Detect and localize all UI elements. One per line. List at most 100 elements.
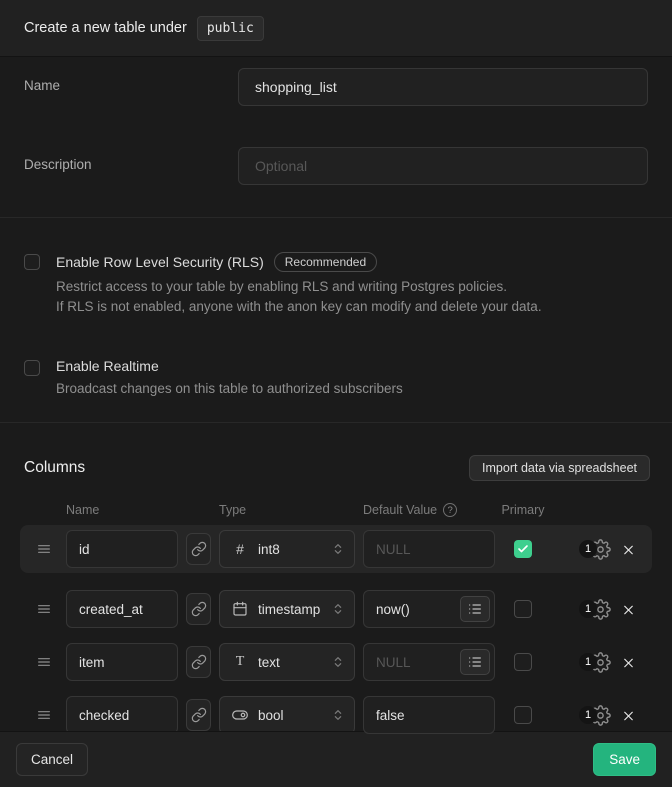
column-type-select[interactable]: T text [219, 643, 355, 681]
default-value-input[interactable] [363, 696, 495, 734]
remove-column-button[interactable] [619, 600, 638, 619]
x-icon [621, 542, 636, 557]
column-type-label: bool [258, 708, 320, 723]
column-name-input[interactable] [66, 643, 178, 681]
column-settings-button[interactable]: 1 [579, 705, 611, 726]
realtime-checkbox[interactable] [24, 360, 40, 376]
suggestions-button[interactable] [460, 649, 490, 675]
dialog-header: Create a new table under public [0, 0, 672, 57]
foreign-key-button[interactable] [186, 533, 211, 565]
text-icon: T [232, 654, 248, 670]
table-row: T text 1 [20, 638, 652, 686]
columns-table-header: Name Type Default Value ? Primary [0, 503, 672, 517]
import-spreadsheet-button[interactable]: Import data via spreadsheet [469, 455, 650, 481]
primary-checkbox[interactable] [514, 600, 532, 618]
chevron-updown-icon [330, 654, 346, 670]
table-description-input[interactable] [238, 147, 648, 185]
realtime-texts: Enable Realtime Broadcast changes on thi… [56, 358, 403, 399]
column-type-select[interactable]: timestamptz [219, 590, 355, 628]
drag-handle-icon[interactable] [30, 541, 58, 557]
table-details-section: Name Description [0, 57, 672, 218]
hash-icon: # [232, 541, 248, 557]
foreign-key-button[interactable] [186, 646, 211, 678]
table-name-input[interactable] [238, 68, 648, 106]
column-name-input[interactable] [66, 696, 178, 734]
column-type-label: timestamptz [258, 602, 320, 617]
drag-handle-icon[interactable] [30, 707, 58, 723]
save-button[interactable]: Save [593, 743, 656, 776]
x-icon [621, 708, 636, 723]
default-value-input[interactable] [363, 530, 495, 568]
cancel-button[interactable]: Cancel [16, 743, 88, 776]
default-value-cell [363, 643, 495, 681]
default-value-cell [363, 530, 495, 568]
drag-handle-icon[interactable] [30, 601, 58, 617]
row-controls: 1 [551, 539, 642, 560]
header-default-value: Default Value ? [363, 503, 495, 517]
row-controls: 1 [551, 652, 642, 673]
list-icon [467, 601, 483, 617]
calendar-icon [232, 601, 248, 617]
x-icon [621, 655, 636, 670]
row-controls: 1 [551, 705, 642, 726]
link-icon [191, 707, 207, 723]
remove-column-button[interactable] [619, 540, 638, 559]
chevron-updown-icon [330, 601, 346, 617]
header-name: Name [66, 503, 178, 517]
row-controls: 1 [551, 599, 642, 620]
rls-toggle-block: Enable Row Level Security (RLS) Recommen… [24, 252, 648, 316]
column-settings-button[interactable]: 1 [579, 652, 611, 673]
column-type-label: int8 [258, 542, 320, 557]
dialog-title: Create a new table under [24, 20, 187, 36]
remove-column-button[interactable] [619, 706, 638, 725]
remove-column-button[interactable] [619, 653, 638, 672]
table-row: # int8 1 [20, 525, 652, 573]
count-badge: 1 [579, 540, 597, 558]
recommended-badge: Recommended [274, 252, 377, 272]
rls-label: Enable Row Level Security (RLS) [56, 254, 264, 270]
suggestions-button[interactable] [460, 596, 490, 622]
list-icon [467, 654, 483, 670]
table-row: timestamptz 1 [20, 585, 652, 633]
description-label: Description [24, 147, 238, 185]
link-icon [191, 541, 207, 557]
link-icon [191, 601, 207, 617]
question-circle-icon[interactable]: ? [443, 503, 457, 517]
link-icon [191, 654, 207, 670]
primary-checkbox[interactable] [514, 540, 532, 558]
column-type-select[interactable]: # int8 [219, 530, 355, 568]
columns-title: Columns [24, 459, 85, 477]
default-value-cell [363, 696, 495, 734]
header-type: Type [219, 503, 355, 517]
rls-texts: Enable Row Level Security (RLS) Recommen… [56, 252, 542, 316]
name-label: Name [24, 68, 238, 106]
rls-description-line1: Restrict access to your table by enablin… [56, 277, 542, 297]
default-value-cell [363, 590, 495, 628]
chevron-updown-icon [330, 541, 346, 557]
chevron-updown-icon [330, 707, 346, 723]
column-type-label: text [258, 655, 320, 670]
drag-handle-icon[interactable] [30, 654, 58, 670]
toggle-icon [232, 707, 248, 723]
column-settings-button[interactable]: 1 [579, 539, 611, 560]
columns-rows: # int8 1 timesta [0, 525, 672, 739]
column-settings-button[interactable]: 1 [579, 599, 611, 620]
header-primary: Primary [503, 503, 543, 517]
foreign-key-button[interactable] [186, 699, 211, 731]
check-icon [517, 543, 529, 555]
realtime-toggle-block: Enable Realtime Broadcast changes on thi… [24, 358, 648, 399]
columns-section: Columns Import data via spreadsheet Name… [0, 423, 672, 731]
primary-checkbox[interactable] [514, 653, 532, 671]
rls-checkbox[interactable] [24, 254, 40, 270]
primary-checkbox[interactable] [514, 706, 532, 724]
count-badge: 1 [579, 653, 597, 671]
column-name-input[interactable] [66, 590, 178, 628]
column-type-select[interactable]: bool [219, 696, 355, 734]
description-row: Description [24, 147, 648, 185]
count-badge: 1 [579, 706, 597, 724]
column-name-input[interactable] [66, 530, 178, 568]
foreign-key-button[interactable] [186, 593, 211, 625]
count-badge: 1 [579, 600, 597, 618]
name-row: Name [24, 68, 648, 106]
realtime-description: Broadcast changes on this table to autho… [56, 379, 403, 399]
